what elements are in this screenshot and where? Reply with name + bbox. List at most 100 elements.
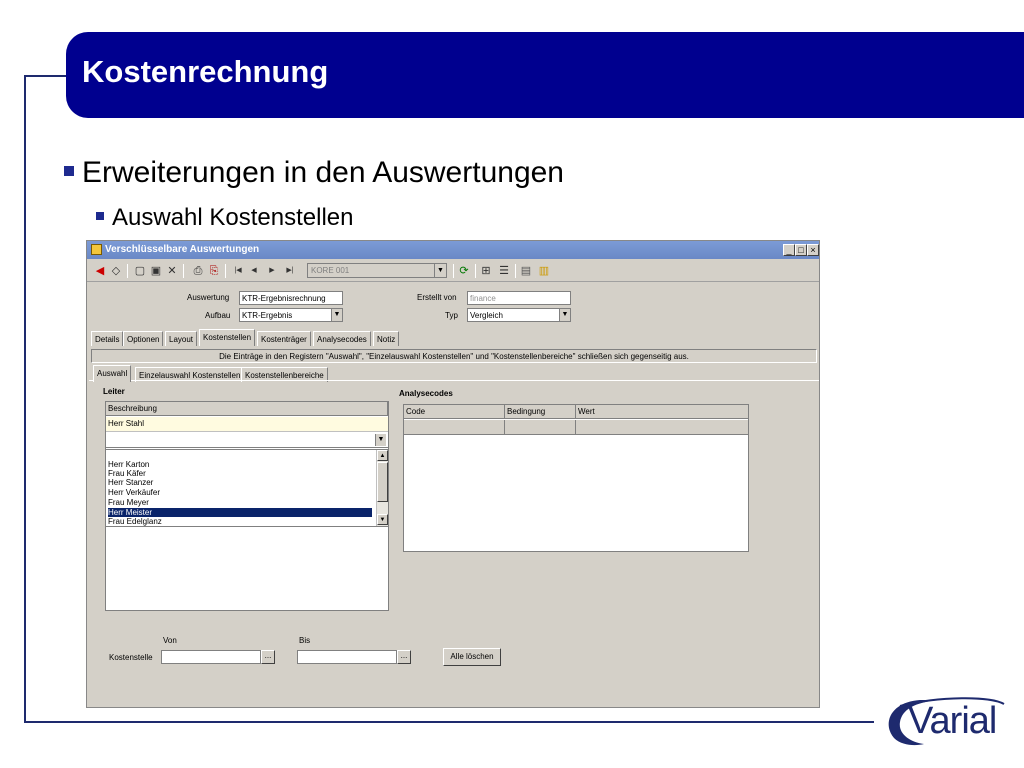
- auswahl-panel: Leiter Beschreibung Herr Stahl ▼ Herr Ka…: [89, 380, 819, 707]
- window-title: Verschlüsselbare Auswertungen: [105, 244, 260, 255]
- subtab-auswahl[interactable]: Auswahl: [93, 365, 132, 382]
- record-combo-value: KORE 001: [311, 266, 350, 275]
- chevron-down-icon[interactable]: ▼: [559, 309, 570, 321]
- app-icon: [91, 244, 102, 255]
- list-item[interactable]: Frau Edelglanz: [108, 517, 162, 526]
- list-icon[interactable]: ☰: [497, 264, 511, 278]
- varial-logo: Varial: [880, 694, 1008, 750]
- title-bar: Kostenrechnung: [66, 32, 1024, 118]
- copy-icon[interactable]: ▤: [519, 264, 533, 278]
- list-item[interactable]: Herr Verkäufer: [108, 488, 160, 497]
- refresh-icon[interactable]: ⟳: [457, 264, 471, 278]
- erstellt-von-label: Erstellt von: [417, 293, 457, 302]
- delete-icon[interactable]: ✕: [165, 264, 179, 278]
- bullet-level-1: Erweiterungen in den Auswertungen: [64, 156, 564, 190]
- kostenstelle-von-input[interactable]: [161, 650, 261, 664]
- von-lookup-button[interactable]: ...: [261, 650, 275, 664]
- bedingung-header[interactable]: Bedingung: [505, 405, 576, 419]
- auswertung-label: Auswertung: [187, 293, 230, 302]
- aufbau-label: Aufbau: [205, 311, 231, 320]
- slide-title: Kostenrechnung: [82, 54, 329, 89]
- cell-divider: [575, 420, 576, 435]
- toolbar-separator: [183, 264, 184, 278]
- leiter-box: Beschreibung Herr Stahl ▼ Herr Karton Fr…: [105, 401, 389, 611]
- forward-icon[interactable]: ◇: [109, 264, 123, 278]
- leiter-dropdown-list[interactable]: Herr Karton Frau Käfer Herr Stanzer Herr…: [106, 449, 388, 527]
- bullet-square-icon: [96, 211, 104, 220]
- bullet-1-text: Erweiterungen in den Auswertungen: [82, 156, 564, 189]
- lock-icon[interactable]: ▥: [537, 264, 551, 278]
- list-scrollbar[interactable]: ▲ ▼: [376, 450, 388, 526]
- analysecodes-table: Code Bedingung Wert: [403, 404, 749, 552]
- frame-vertical-line: [24, 75, 26, 723]
- toolbar: ◀ ◇ ▢ ▣ ✕ ⎙ ⎘ |◀ ◀ ▶ ▶| KORE 001 ▼ ⟳ ⊞ ☰…: [87, 260, 819, 282]
- scroll-up-icon[interactable]: ▲: [377, 450, 388, 461]
- typ-select[interactable]: Vergleich ▼: [467, 308, 571, 322]
- list-item-selected[interactable]: Herr Meister: [108, 508, 372, 517]
- tree-icon[interactable]: ⊞: [479, 264, 493, 278]
- frame-bottom-line: [24, 721, 874, 723]
- print-preview-icon[interactable]: ⎘: [207, 264, 221, 278]
- tab-kostenstellen[interactable]: Kostenstellen: [199, 329, 256, 346]
- chevron-down-icon[interactable]: ▼: [375, 434, 386, 446]
- first-record-icon[interactable]: |◀: [231, 264, 245, 278]
- tab-kostentraeger[interactable]: Kostenträger: [257, 331, 311, 346]
- scroll-thumb[interactable]: [377, 462, 388, 502]
- save-icon[interactable]: ▣: [149, 264, 163, 278]
- leiter-filter-select[interactable]: ▼: [106, 433, 388, 448]
- wert-header[interactable]: Wert: [576, 405, 748, 419]
- minimize-button[interactable]: _: [783, 244, 795, 256]
- info-bar: Die Einträge in den Registern "Auswahl",…: [91, 349, 817, 363]
- analysecodes-label: Analysecodes: [399, 389, 453, 398]
- tab-details[interactable]: Details: [91, 331, 124, 346]
- toolbar-separator: [475, 264, 476, 278]
- typ-label: Typ: [445, 311, 458, 320]
- list-item[interactable]: Frau Meyer: [108, 498, 149, 507]
- maximize-button[interactable]: □: [795, 244, 807, 256]
- tab-analysecodes[interactable]: Analysecodes: [313, 331, 371, 346]
- bullet-2-text: Auswahl Kostenstellen: [112, 204, 354, 231]
- bullet-square-icon: [64, 166, 74, 177]
- kostenstelle-bis-input[interactable]: [297, 650, 397, 664]
- toolbar-separator: [453, 264, 454, 278]
- toolbar-separator: [127, 264, 128, 278]
- next-record-icon[interactable]: ▶: [265, 264, 279, 278]
- new-document-icon[interactable]: ▢: [133, 264, 147, 278]
- typ-value: Vergleich: [470, 311, 503, 320]
- print-icon[interactable]: ⎙: [191, 264, 205, 278]
- tab-notiz[interactable]: Notiz: [373, 331, 400, 346]
- aufbau-select[interactable]: KTR-Ergebnis ▼: [239, 308, 343, 322]
- chevron-down-icon[interactable]: ▼: [331, 309, 342, 321]
- erstellt-von-field: finance: [467, 291, 571, 305]
- back-arrow-icon[interactable]: ◀: [93, 264, 107, 278]
- logo-text: Varial: [908, 700, 997, 742]
- last-record-icon[interactable]: ▶|: [283, 264, 297, 278]
- toolbar-separator: [515, 264, 516, 278]
- record-combo[interactable]: KORE 001 ▼: [307, 263, 447, 278]
- aufbau-value: KTR-Ergebnis: [242, 311, 293, 320]
- previous-record-icon[interactable]: ◀: [247, 264, 261, 278]
- frame-top-line: [24, 75, 68, 77]
- bis-label: Bis: [299, 636, 311, 645]
- bullet-level-2: Auswahl Kostenstellen: [96, 204, 353, 232]
- von-label: Von: [163, 636, 177, 645]
- bis-lookup-button[interactable]: ...: [397, 650, 411, 664]
- toolbar-separator: [225, 264, 226, 278]
- scroll-down-icon[interactable]: ▼: [377, 514, 388, 525]
- auswertung-field[interactable]: KTR-Ergebnisrechnung: [239, 291, 343, 305]
- close-button[interactable]: ×: [807, 244, 819, 256]
- list-item[interactable]: Herr Karton: [108, 460, 149, 469]
- leiter-selected-row[interactable]: Herr Stahl: [106, 417, 388, 432]
- code-header[interactable]: Code: [404, 405, 505, 419]
- beschreibung-header[interactable]: Beschreibung: [106, 402, 388, 416]
- cell-divider: [504, 420, 505, 435]
- alle-loeschen-button[interactable]: Alle löschen: [443, 648, 501, 666]
- chevron-down-icon[interactable]: ▼: [434, 264, 446, 277]
- list-item[interactable]: Frau Käfer: [108, 469, 146, 478]
- window-titlebar[interactable]: Verschlüsselbare Auswertungen _ □ ×: [87, 241, 819, 259]
- app-window: Verschlüsselbare Auswertungen _ □ × ◀ ◇ …: [86, 240, 820, 708]
- table-row[interactable]: [404, 420, 748, 435]
- tab-layout[interactable]: Layout: [165, 331, 198, 346]
- list-item[interactable]: Herr Stanzer: [108, 478, 153, 487]
- tab-optionen[interactable]: Optionen: [123, 331, 164, 346]
